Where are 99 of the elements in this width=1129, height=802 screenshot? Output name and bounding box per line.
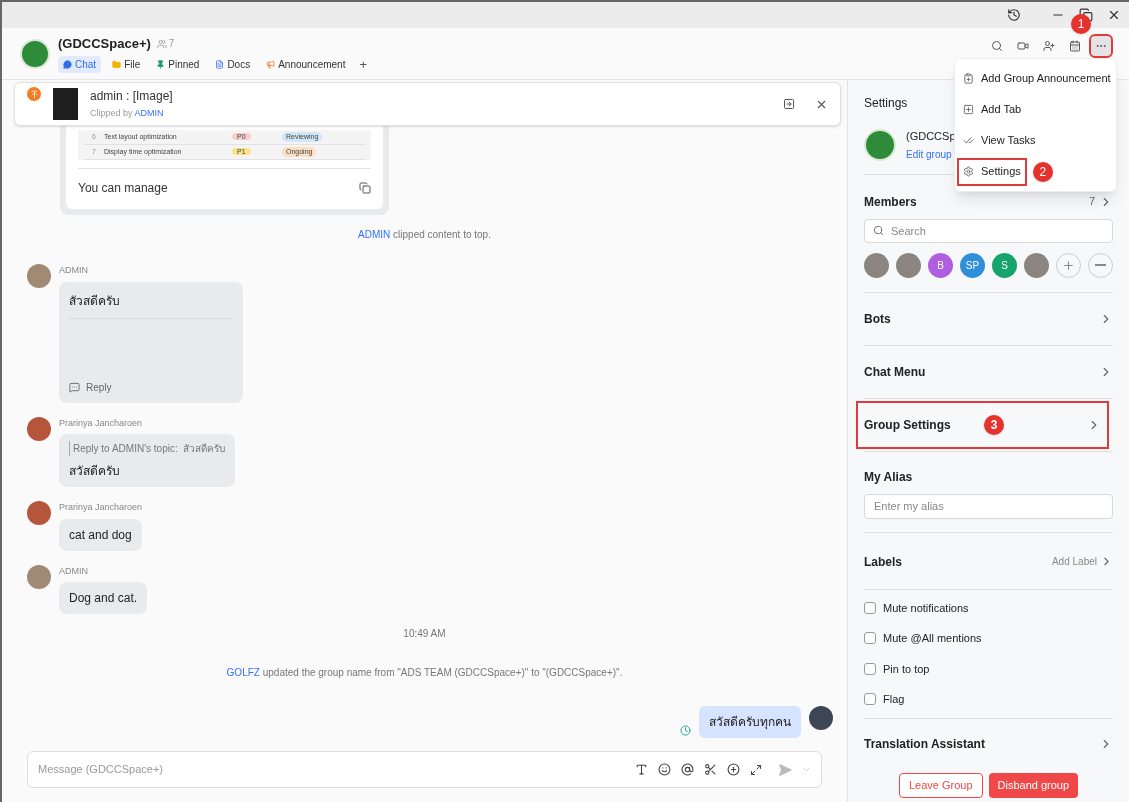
scissors-icon[interactable]	[704, 763, 717, 776]
system-notice: GOLFZ updated the group name from "ADS TEAM (GDCCSpace+)" to "(GDCCSpace+)".	[226, 666, 623, 680]
message-bubble: Dog and cat.	[59, 582, 148, 614]
chat-bubble-icon	[63, 60, 72, 70]
search-icon	[873, 224, 884, 236]
avatar-photo-placeholder	[27, 501, 51, 525]
step-number-badge: 3	[984, 414, 1004, 435]
sender-name: Prarinya Jancharoen	[59, 416, 144, 430]
option-label: Flag	[883, 692, 905, 707]
menu-item[interactable]: Add Tab	[959, 97, 1026, 122]
video-camera-icon	[1017, 40, 1029, 52]
tab[interactable]: Docs	[210, 56, 256, 74]
pinned-banner[interactable]: admin : [Image] Clipped by ADMIN	[14, 82, 841, 126]
edit-group-link[interactable]: Edit group	[906, 146, 956, 162]
avatar-photo-placeholder	[27, 264, 51, 288]
member-photo-placeholder[interactable]	[896, 252, 921, 278]
member-count: 7	[1088, 194, 1095, 210]
member-avatar[interactable]: B	[928, 252, 953, 278]
pin-icon	[156, 60, 166, 70]
close-icon[interactable]	[1107, 8, 1121, 22]
settings-row[interactable]: Chat Menu	[864, 349, 1113, 394]
mention-icon[interactable]	[681, 763, 694, 776]
plus-icon	[1062, 258, 1075, 272]
add-tab-button[interactable]: +	[356, 58, 371, 72]
menu-item[interactable]: Add Group Announcement	[959, 66, 1115, 91]
alias-input[interactable]: Enter my alias	[864, 493, 1113, 519]
checkbox[interactable]	[864, 601, 876, 614]
sender-name: Prarinya Jancharoen	[59, 501, 143, 514]
settings-row[interactable]: Group Settings 3	[858, 402, 1107, 447]
leave-button[interactable]: Leave Group	[898, 772, 983, 798]
message-bubble: cat and dog	[59, 518, 142, 551]
calendar-icon	[1069, 40, 1081, 52]
reply-quote: Reply to ADMIN's topic: สัวสดีครับ	[69, 441, 226, 456]
section-title: Translation Assistant	[864, 735, 985, 753]
member-search-field[interactable]: Search	[864, 218, 1113, 243]
search-icon	[991, 40, 1003, 52]
emoji-icon[interactable]	[658, 763, 671, 776]
message-bubble: สวัสดีครับทุกคน	[699, 706, 801, 738]
avatar-photo-placeholder	[27, 564, 51, 589]
reply-button[interactable]: Reply	[69, 379, 112, 395]
menu-item[interactable]: View Tasks	[959, 128, 1040, 153]
message-input[interactable]: Message (GDCCSpace+)	[38, 752, 625, 787]
tab[interactable]: File	[107, 56, 146, 74]
people-icon	[156, 38, 167, 49]
step-number-badge: 2	[1032, 161, 1053, 182]
option-label: Mute notifications	[883, 600, 969, 616]
tab[interactable]: Announcement	[261, 56, 351, 74]
panel-title: Settings	[864, 95, 908, 112]
tab[interactable]: Pinned	[151, 56, 205, 74]
disband-button[interactable]: Disband group	[988, 772, 1079, 798]
add-person-icon	[1043, 40, 1055, 52]
document-icon	[215, 60, 225, 70]
group-name: (GDCCSp	[906, 129, 956, 144]
folder-icon	[112, 60, 122, 70]
reply-icon	[69, 381, 80, 393]
option-label: Mute @All mentions	[883, 631, 982, 646]
avatar-photo-placeholder	[809, 706, 833, 730]
checkbox[interactable]	[864, 693, 876, 706]
tab[interactable]: Chat	[58, 56, 102, 74]
member-photo-placeholder[interactable]	[1024, 252, 1049, 278]
pinned-title: admin : [Image]	[90, 88, 174, 106]
sending-clock-icon	[680, 725, 691, 736]
timestamp: 10:49 AM	[403, 627, 446, 641]
member-count: 7	[168, 37, 175, 51]
pinned-subtitle: Clipped by ADMIN	[90, 107, 165, 121]
megaphone-icon	[266, 60, 276, 70]
group-logo	[20, 38, 50, 69]
step-number-badge: 1	[1071, 14, 1091, 34]
group-title: (GDCCSpace+)	[58, 34, 151, 53]
settings-row[interactable]: Bots	[864, 296, 1113, 341]
image-thumbnail	[53, 88, 78, 120]
settings-icon	[963, 166, 974, 177]
group-logo	[864, 128, 896, 161]
history-icon[interactable]	[1007, 8, 1021, 22]
option-label: Pin to top	[883, 661, 930, 677]
sender-name: ADMIN	[59, 264, 89, 277]
section-title: My Alias	[864, 468, 914, 486]
topic-text: สัวสดีครับ	[69, 291, 233, 319]
composer-bar[interactable]: Message (GDCCSpace+)	[27, 751, 822, 788]
checkbox[interactable]	[864, 632, 876, 645]
message-text: สวัสดีครับ	[69, 463, 121, 480]
text-format-icon[interactable]	[635, 763, 648, 776]
section-title: Labels	[864, 553, 902, 571]
expand-icon[interactable]	[750, 763, 762, 776]
checkbox[interactable]	[864, 662, 876, 675]
card-caption: You can manage	[78, 180, 168, 197]
add-tab-icon	[963, 104, 974, 115]
plus-circle-icon[interactable]	[727, 763, 740, 776]
system-notice: ADMIN clipped content to top.	[358, 228, 491, 242]
minus-icon	[1095, 264, 1106, 266]
double-check-icon	[963, 135, 974, 146]
member-photo-placeholder[interactable]	[864, 252, 889, 278]
jump-to-icon[interactable]	[783, 98, 795, 110]
clipboard-plus-icon	[963, 73, 974, 84]
sender-name: ADMIN	[59, 564, 89, 578]
section-title: Members	[864, 193, 917, 211]
avatar-photo-placeholder	[27, 416, 51, 441]
copy-icon[interactable]	[359, 182, 371, 194]
add-label-link[interactable]: Add Label	[1051, 554, 1113, 569]
